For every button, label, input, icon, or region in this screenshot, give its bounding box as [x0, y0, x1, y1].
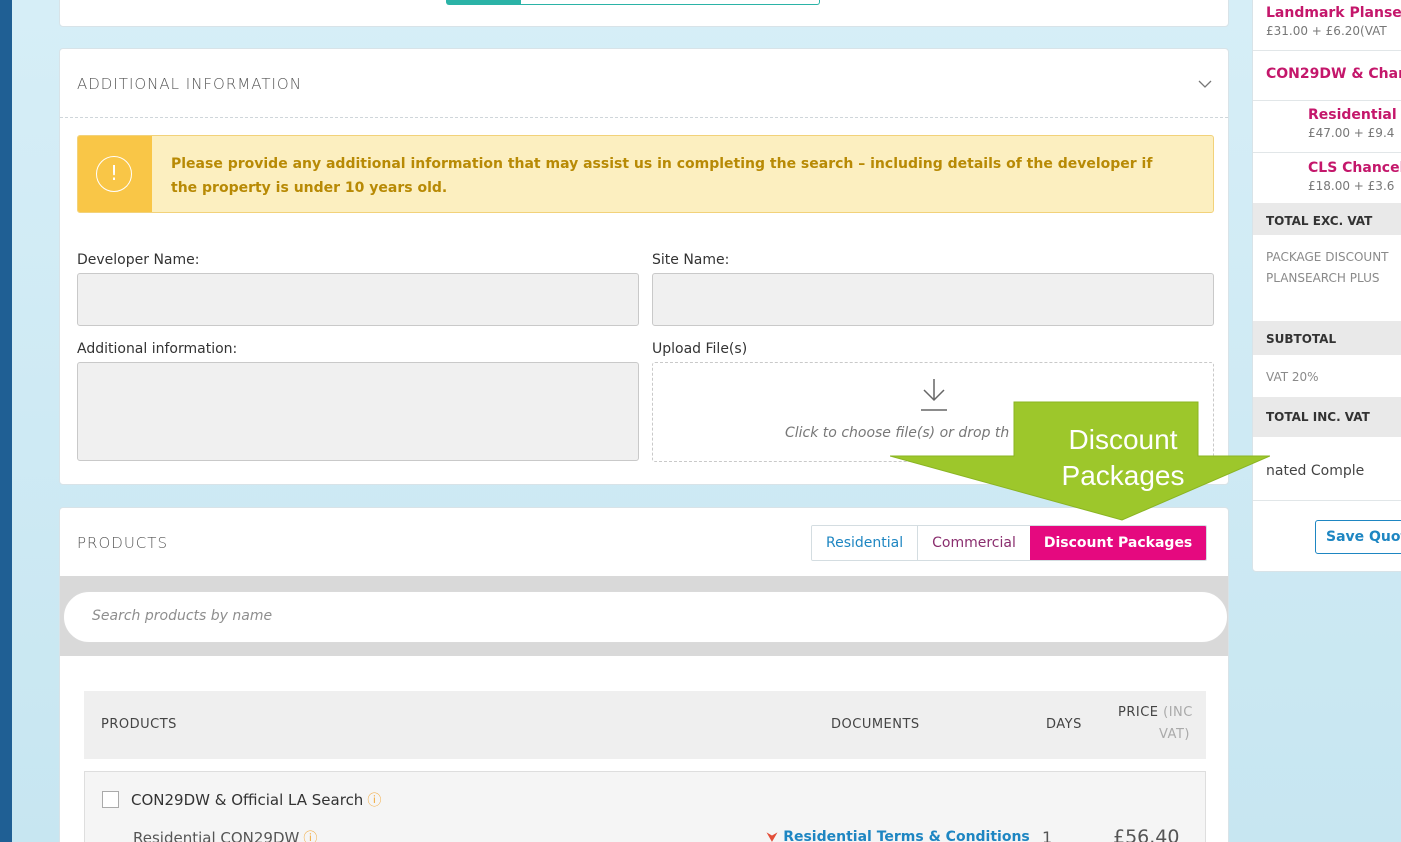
divider — [1253, 500, 1401, 501]
product-row-title: CON29DW & Official LA Search ⓘ — [131, 790, 381, 810]
info-icon[interactable]: ⓘ — [303, 831, 317, 842]
divider — [1253, 50, 1401, 51]
column-price-label: PRICE — [1118, 705, 1159, 720]
tab-commercial[interactable]: Commercial — [918, 526, 1030, 560]
alert-message: Please provide any additional informatio… — [171, 156, 1153, 196]
column-products: PRODUCTS — [101, 717, 177, 732]
additional-info-title: ADDITIONAL INFORMATION — [77, 75, 302, 93]
divider — [1253, 100, 1401, 101]
summary-item-con29dw[interactable]: CON29DW & Chan — [1266, 66, 1401, 82]
products-panel: PRODUCTS Residential Commercial Discount… — [59, 507, 1229, 842]
summary-item-residential-price: £47.00 + £9.4 — [1308, 126, 1395, 140]
product-days: 1 — [1042, 828, 1053, 842]
order-summary-panel: Landmark Planse £31.00 + £6.20(VAT CON29… — [1252, 0, 1401, 572]
product-sub-row: Residential CON29DW ⓘ — [133, 828, 317, 842]
products-table-header: PRODUCTS DOCUMENTS DAYS PRICE (INC VAT) — [84, 691, 1206, 759]
product-checkbox[interactable] — [102, 791, 119, 808]
product-price: £56.40 — [1113, 826, 1180, 842]
info-alert: ! Please provide any additional informat… — [77, 135, 1214, 213]
column-days: DAYS — [1046, 717, 1082, 732]
document-label: Residential Terms & Conditions — [783, 829, 1030, 842]
plansearch-plus-label: PLANSEARCH PLUS — [1266, 271, 1380, 285]
summary-item-residential[interactable]: Residential C — [1308, 107, 1401, 123]
summary-item-landmark[interactable]: Landmark Planse — [1266, 5, 1401, 21]
product-row: CON29DW & Official LA Search ⓘ Residentia… — [84, 771, 1206, 842]
callout-line-2: Packages — [1061, 460, 1185, 491]
product-sub-name: Residential CON29DW — [133, 829, 300, 842]
save-quote-button[interactable]: Save Quote — [1315, 520, 1401, 554]
summary-item-cls-chancel-price: £18.00 + £3.6 — [1308, 179, 1395, 193]
product-name: CON29DW & Official LA Search — [131, 791, 364, 809]
top-tab-stub — [446, 0, 820, 5]
developer-name-label: Developer Name: — [77, 252, 200, 268]
column-price: PRICE (INC — [1118, 705, 1193, 720]
divider — [60, 117, 1228, 118]
callout-text: Discount Packages — [1018, 422, 1228, 494]
terms-document-link[interactable]: ⮟ Residential Terms & Conditions — [767, 829, 1030, 842]
developer-name-input[interactable] — [77, 273, 639, 326]
left-edge-strip — [0, 0, 12, 842]
total-exc-vat-label: TOTAL EXC. VAT — [1266, 214, 1373, 228]
site-name-label: Site Name: — [652, 252, 730, 268]
estimated-completion-label: nated Comple — [1266, 463, 1365, 479]
total-inc-vat-label: TOTAL INC. VAT — [1266, 410, 1370, 424]
top-card — [59, 0, 1229, 27]
alert-icon-box: ! — [78, 136, 152, 212]
site-name-input[interactable] — [652, 273, 1214, 326]
product-type-tabs: Residential Commercial Discount Packages — [811, 525, 1208, 561]
tab-residential[interactable]: Residential — [812, 526, 919, 560]
column-documents: DOCUMENTS — [831, 717, 920, 732]
pdf-icon: ⮟ — [767, 830, 778, 842]
exclamation-icon: ! — [96, 156, 132, 192]
divider — [1253, 152, 1401, 153]
summary-item-landmark-price: £31.00 + £6.20(VAT — [1266, 24, 1387, 38]
chevron-down-icon[interactable] — [1198, 77, 1212, 91]
info-icon[interactable]: ⓘ — [367, 793, 381, 809]
subtotal-label: SUBTOTAL — [1266, 332, 1337, 346]
additional-information-textarea[interactable] — [77, 362, 639, 461]
callout-line-1: Discount — [1068, 424, 1178, 455]
upload-files-label: Upload File(s) — [652, 341, 748, 357]
summary-item-cls-chancel[interactable]: CLS Chancel — [1308, 160, 1401, 176]
package-discount-label: PACKAGE DISCOUNT — [1266, 250, 1389, 264]
vat-label: VAT 20% — [1266, 370, 1319, 384]
additional-information-label: Additional information: — [77, 341, 238, 357]
product-search-input[interactable]: Search products by name — [63, 591, 1228, 643]
column-price-sub1: (INC — [1163, 705, 1193, 720]
discount-packages-callout: Discount Packages — [889, 400, 1271, 522]
tab-discount-packages[interactable]: Discount Packages — [1029, 526, 1207, 560]
products-title: PRODUCTS — [77, 534, 168, 552]
search-placeholder: Search products by name — [92, 608, 273, 624]
column-price-sub2: VAT) — [1159, 727, 1190, 742]
